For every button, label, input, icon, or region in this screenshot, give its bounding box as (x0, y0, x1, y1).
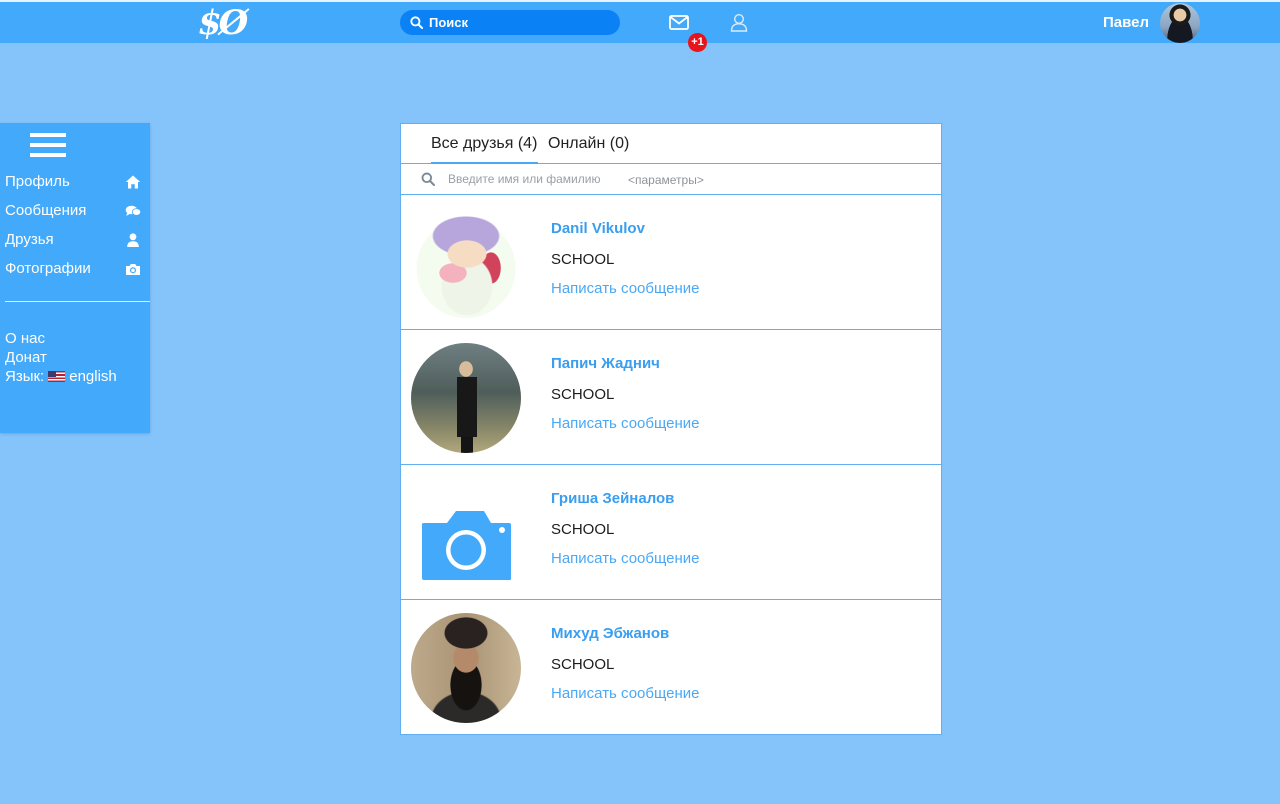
friends-search: <параметры> (400, 164, 942, 195)
user-icon[interactable] (730, 13, 748, 32)
header-search[interactable] (400, 10, 620, 35)
mail-icon[interactable] (669, 15, 689, 30)
friend-name[interactable]: Danil Vikulov (551, 220, 645, 237)
friend-school: SCHOOL (551, 386, 615, 403)
current-user-name[interactable]: Павел (1103, 14, 1149, 31)
sidebar-divider (5, 301, 150, 302)
search-icon (410, 16, 423, 29)
friend-name[interactable]: Гриша Зейналов (551, 490, 674, 507)
friend-school: SCHOOL (551, 656, 615, 673)
about-link[interactable]: О нас (5, 329, 45, 348)
sidebar-item-messages[interactable]: Сообщения (5, 200, 141, 222)
friend-card: Гриша Зейналов SCHOOL Написать сообщение (400, 464, 942, 600)
send-message-link[interactable]: Написать сообщение (551, 550, 700, 567)
photo-avatar[interactable] (411, 343, 521, 453)
language-label: Язык: (5, 368, 45, 385)
friend-card: Danil Vikulov SCHOOL Написать сообщение (400, 194, 942, 330)
friend-school: SCHOOL (551, 521, 615, 538)
language-selector[interactable]: Язык: english (5, 367, 117, 386)
tab-online[interactable]: Онлайн (0) (548, 124, 629, 164)
sidebar-item-friends[interactable]: Друзья (5, 229, 141, 251)
sidebar: Профиль Сообщения Друзья Фотографии О на… (0, 123, 150, 433)
camera-icon (126, 264, 140, 275)
send-message-link[interactable]: Написать сообщение (551, 415, 700, 432)
us-flag-icon (48, 371, 66, 382)
sidebar-item-label: Профиль (5, 173, 70, 190)
home-icon (125, 175, 141, 189)
search-params-link[interactable]: <параметры> (628, 173, 704, 187)
friends-search-input[interactable] (448, 169, 623, 189)
anime-avatar[interactable] (411, 208, 521, 318)
tab-all-friends[interactable]: Все друзья (4) (431, 124, 538, 164)
donate-link[interactable]: Донат (5, 348, 47, 367)
site-logo[interactable]: $Ø (198, 4, 248, 42)
header-search-input[interactable] (423, 15, 599, 30)
chat-icon (125, 205, 141, 216)
sidebar-item-label: Сообщения (5, 202, 87, 219)
top-bar: $Ø +1 Павел (0, 0, 1280, 52)
friend-name[interactable]: Папич Жаднич (551, 355, 660, 372)
sidebar-item-label: Друзья (5, 231, 54, 248)
sidebar-item-photos[interactable]: Фотографии (5, 258, 141, 280)
language-value[interactable]: english (69, 367, 117, 386)
camera-placeholder-icon[interactable] (411, 478, 521, 588)
send-message-link[interactable]: Написать сообщение (551, 685, 700, 702)
person-icon (127, 233, 139, 247)
send-message-link[interactable]: Написать сообщение (551, 280, 700, 297)
notification-badge: +1 (688, 33, 707, 52)
sidebar-item-profile[interactable]: Профиль (5, 171, 141, 193)
friend-card: Папич Жаднич SCHOOL Написать сообщение (400, 329, 942, 465)
sidebar-item-label: Фотографии (5, 260, 91, 277)
search-icon (421, 172, 435, 186)
friends-tabs: Все друзья (4) Онлайн (0) (400, 123, 942, 164)
friend-name[interactable]: Михуд Эбжанов (551, 625, 669, 642)
camera-icon (422, 511, 511, 580)
friend-school: SCHOOL (551, 251, 615, 268)
friend-card: Михуд Эбжанов SCHOOL Написать сообщение (400, 599, 942, 735)
hamburger-menu-icon[interactable] (30, 133, 66, 159)
photo-avatar[interactable] (411, 613, 521, 723)
current-user-avatar[interactable] (1160, 3, 1200, 43)
